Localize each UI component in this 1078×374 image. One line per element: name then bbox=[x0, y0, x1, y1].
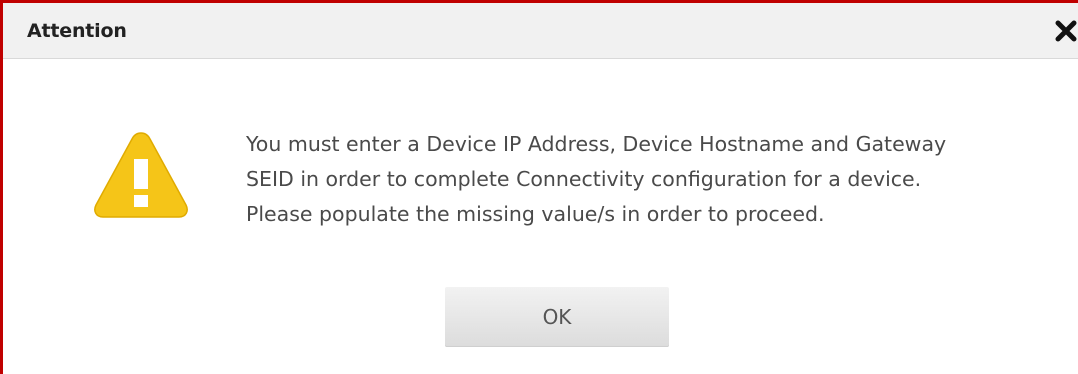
dialog-titlebar: Attention bbox=[3, 3, 1078, 59]
message-line: You must enter a Device IP Address, Devi… bbox=[246, 132, 947, 156]
ok-button[interactable]: OK bbox=[445, 287, 669, 347]
dialog-message: You must enter a Device IP Address, Devi… bbox=[246, 127, 1046, 232]
close-icon[interactable] bbox=[1054, 15, 1078, 45]
dialog-title: Attention bbox=[27, 20, 127, 42]
message-line: SEID in order to complete Connectivity c… bbox=[246, 167, 922, 191]
warning-icon bbox=[91, 127, 191, 221]
message-line: Please populate the missing value/s in o… bbox=[246, 202, 825, 226]
attention-dialog: Attention You must enter a Device IP Add… bbox=[0, 0, 1078, 374]
